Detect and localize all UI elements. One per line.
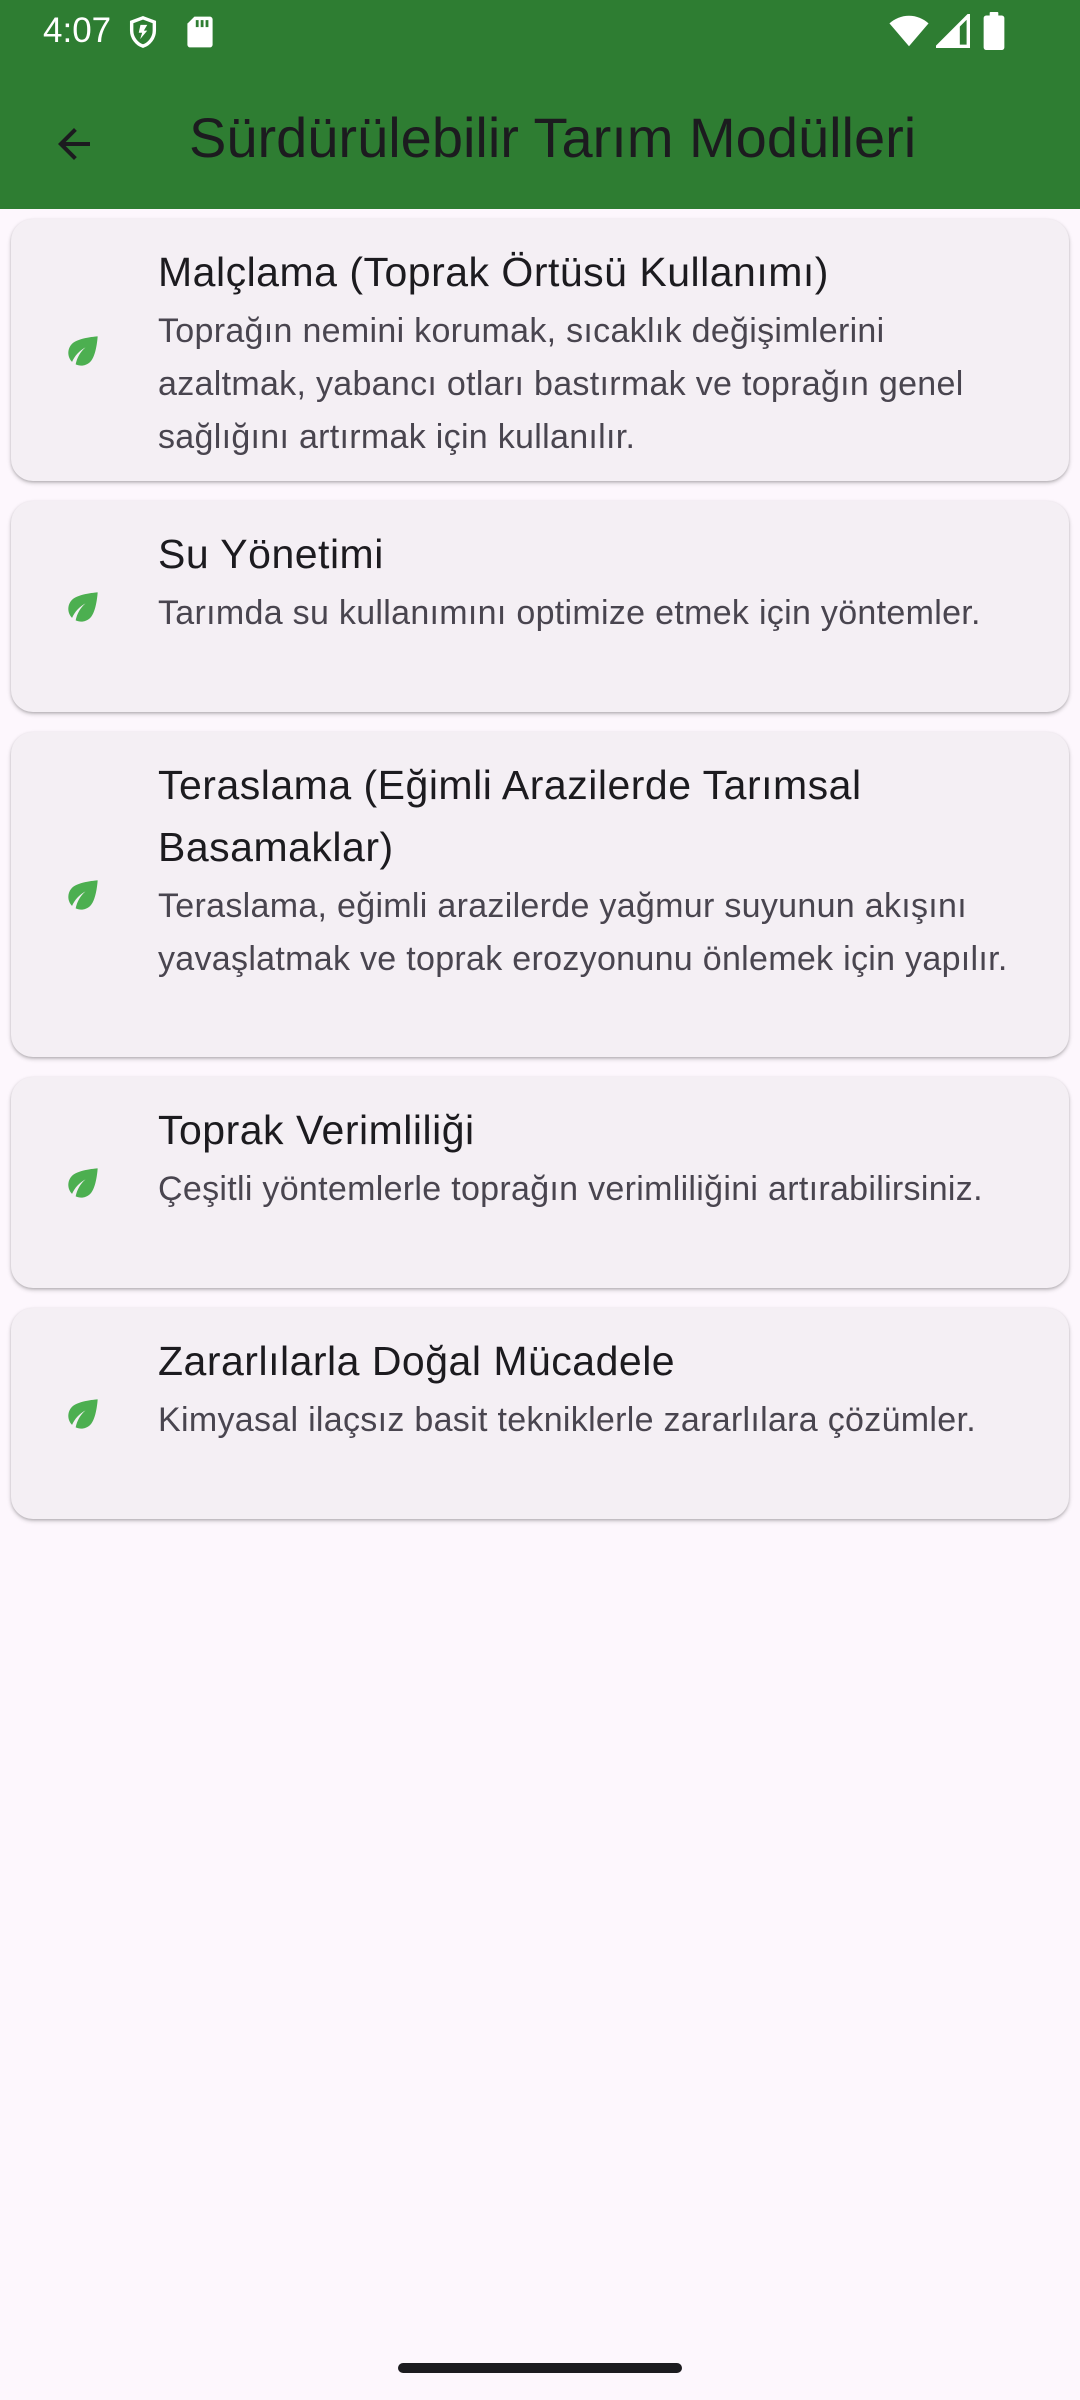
module-text: Zararlılarla Doğal Mücadele Kimyasal ila…	[158, 1330, 1018, 1447]
home-indicator[interactable]	[398, 2363, 682, 2373]
module-title: Malçlama (Toprak Örtüsü Kullanımı)	[158, 249, 829, 295]
arrow-back-icon	[58, 128, 90, 160]
module-title: Su Yönetimi	[158, 531, 384, 577]
module-title: Toprak Verimliliği	[158, 1107, 475, 1153]
module-text: Toprak Verimliliği Çeşitli yöntemlerle t…	[158, 1099, 1018, 1216]
app-bar: 4:07 Sürdürülebilir Tarım Modülleri	[0, 0, 1080, 209]
module-list: Malçlama (Toprak Örtüsü Kullanımı) Topra…	[11, 219, 1069, 1539]
module-card-teraslama[interactable]: Teraslama (Eğimli Arazilerde Tarımsal Ba…	[11, 732, 1069, 1057]
module-text: Su Yönetimi Tarımda su kullanımını optim…	[158, 523, 1018, 640]
leaf-icon	[68, 1168, 98, 1198]
wifi-icon	[889, 15, 929, 47]
back-button[interactable]	[32, 102, 116, 186]
module-title: Teraslama (Eğimli Arazilerde Tarımsal Ba…	[158, 762, 862, 870]
module-card-malclama[interactable]: Malçlama (Toprak Örtüsü Kullanımı) Topra…	[11, 219, 1069, 481]
status-bar: 4:07	[0, 0, 1080, 62]
sd-card-icon	[187, 16, 213, 48]
leaf-icon	[68, 592, 98, 622]
page-title: Sürdürülebilir Tarım Modülleri	[189, 106, 917, 169]
module-title: Zararlılarla Doğal Mücadele	[158, 1338, 676, 1384]
leaf-icon	[68, 880, 98, 910]
toolbar: Sürdürülebilir Tarım Modülleri	[0, 62, 1080, 209]
status-time: 4:07	[43, 11, 112, 50]
leaf-icon	[68, 1399, 98, 1429]
module-subtitle: Teraslama, eğimli arazilerde yağmur suyu…	[158, 887, 1008, 978]
battery-icon	[983, 12, 1005, 50]
signal-icon	[936, 14, 970, 48]
module-text: Malçlama (Toprak Örtüsü Kullanımı) Topra…	[158, 241, 1018, 464]
module-subtitle: Tarımda su kullanımını optimize etmek iç…	[158, 594, 981, 632]
leaf-icon	[68, 336, 98, 366]
module-subtitle: Çeşitli yöntemlerle toprağın verimliliği…	[158, 1170, 983, 1208]
module-subtitle: Toprağın nemini korumak, sıcaklık değişi…	[158, 312, 964, 456]
module-text: Teraslama (Eğimli Arazilerde Tarımsal Ba…	[158, 754, 1018, 986]
module-subtitle: Kimyasal ilaçsız basit tekniklerle zarar…	[158, 1401, 976, 1439]
shield-icon	[129, 16, 157, 48]
module-card-su-yonetimi[interactable]: Su Yönetimi Tarımda su kullanımını optim…	[11, 501, 1069, 712]
module-card-zararlilarla-mucadele[interactable]: Zararlılarla Doğal Mücadele Kimyasal ila…	[11, 1308, 1069, 1519]
module-card-toprak-verimliligi[interactable]: Toprak Verimliliği Çeşitli yöntemlerle t…	[11, 1077, 1069, 1288]
